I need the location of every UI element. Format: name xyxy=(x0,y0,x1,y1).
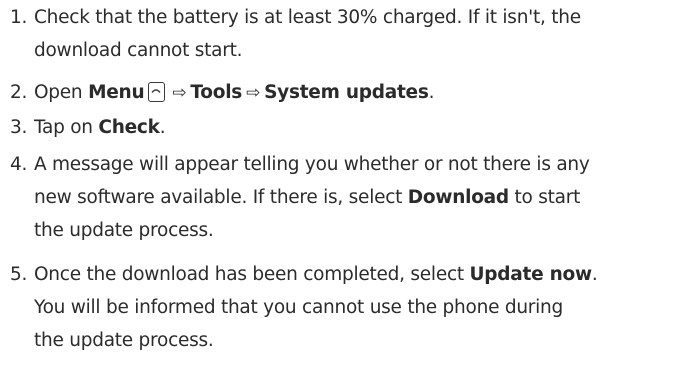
step-text: Tap on xyxy=(34,117,93,138)
menu-key-icon xyxy=(148,82,166,102)
check-label: Check xyxy=(98,117,160,138)
step-4-line-2: new software available. If there is, sel… xyxy=(10,181,680,214)
step-5-line-1: 5. Once the download has been completed, … xyxy=(10,258,680,291)
instruction-list: 1. Check that the battery is at least 30%… xyxy=(0,0,683,372)
step-text: . xyxy=(591,264,598,285)
step-text: Check that the battery is at least 30% c… xyxy=(34,7,581,28)
step-3: 3. Tap on Check. xyxy=(10,111,680,144)
step-2: 2. Open Menu ⇨ Tools ⇨ System updates. xyxy=(10,76,680,110)
step-text: . xyxy=(428,82,435,103)
step-number: 3. xyxy=(10,117,28,138)
right-arrow-icon: ⇨ xyxy=(172,83,187,103)
step-4: 4. A message will appear telling you whet… xyxy=(10,148,680,247)
update-now-label: Update now xyxy=(469,264,593,285)
menu-label: Menu xyxy=(88,82,145,103)
step-1-line-1: 1. Check that the battery is at least 30%… xyxy=(10,1,680,34)
step-text: . xyxy=(159,117,166,138)
step-text: to start xyxy=(514,187,581,208)
step-number: 1. xyxy=(10,7,28,28)
tools-label: Tools xyxy=(190,82,243,103)
system-updates-label: System updates xyxy=(264,82,429,103)
right-arrow-icon: ⇨ xyxy=(246,83,261,103)
step-5-line-3: the update process. xyxy=(34,330,214,351)
download-label: Download xyxy=(407,187,509,208)
step-number: 4. xyxy=(10,154,28,175)
step-5-line-2: You will be informed that you cannot use… xyxy=(34,297,564,318)
step-text: Once the download has been completed, se… xyxy=(34,264,464,285)
step-1-line-2: download cannot start. xyxy=(34,40,243,61)
step-number: 5. xyxy=(10,264,28,285)
step-4-line-1: 4. A message will appear telling you whet… xyxy=(10,148,680,181)
step-text: new software available. If there is, sel… xyxy=(34,187,403,208)
step-text: Open xyxy=(34,82,83,103)
step-4-line-3: the update process. xyxy=(34,220,214,241)
step-1: 1. Check that the battery is at least 30%… xyxy=(10,1,680,67)
step-text: A message will appear telling you whethe… xyxy=(34,154,590,175)
step-number: 2. xyxy=(10,82,28,103)
step-5: 5. Once the download has been completed, … xyxy=(10,258,680,357)
